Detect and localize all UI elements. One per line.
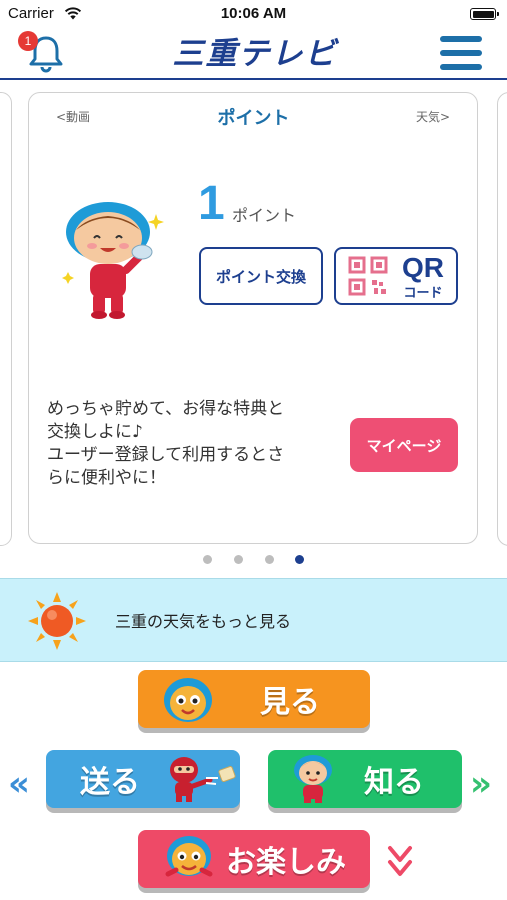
logo: 三重テレビ xyxy=(172,36,338,72)
page-dot[interactable] xyxy=(265,555,274,564)
sun-icon xyxy=(28,592,86,650)
card-message: めっちゃ貯めて、お得な特典と 交換しよに♪ ユーザー登録して利用するとさ らに便… xyxy=(47,398,337,490)
next-card-link[interactable]: 天気> xyxy=(416,108,450,125)
chevron-double-down-icon[interactable] xyxy=(386,842,414,882)
shiru-button[interactable]: 知る xyxy=(268,750,462,808)
message-line: らに便利やに！ xyxy=(47,468,166,488)
points-unit: ポイント xyxy=(232,206,297,225)
mascot-icon xyxy=(165,836,213,877)
notification-badge: 1 xyxy=(18,31,38,51)
menu-button[interactable] xyxy=(440,36,482,70)
tanoshimi-label: お楽しみ xyxy=(226,845,346,880)
qr-code-icon xyxy=(348,256,388,296)
page-dot[interactable] xyxy=(234,555,243,564)
tanoshimi-button[interactable]: お楽しみ xyxy=(138,830,370,888)
battery-icon xyxy=(470,8,499,20)
menu-icon-bar xyxy=(440,50,482,56)
point-exchange-label: ポイント交換 xyxy=(215,267,306,286)
okuru-label: 送る xyxy=(80,765,140,800)
qr-code-label: QR xyxy=(402,252,444,283)
message-line: めっちゃ貯めて、お得な特典と xyxy=(47,399,285,419)
qr-code-sublabel: コード xyxy=(403,286,443,301)
chevron-double-left-icon[interactable]: « xyxy=(8,764,30,804)
ninja-mascot-icon xyxy=(170,757,236,802)
mascot-icon xyxy=(294,755,332,803)
mascot-icon xyxy=(62,202,164,319)
okuru-button[interactable]: 送る xyxy=(46,750,240,808)
clock: 10:06 AM xyxy=(220,5,287,22)
menu-icon xyxy=(440,36,482,42)
message-line: 交換しよに♪ xyxy=(47,422,143,442)
shiru-label: 知る xyxy=(364,765,424,800)
message-line: ユーザー登録して利用するとさ xyxy=(47,445,285,465)
weather-label: 三重の天気をもっと見る xyxy=(115,612,292,631)
menu-icon-bar xyxy=(440,64,482,70)
miru-button[interactable]: 見る xyxy=(138,670,370,728)
points-value: 1 xyxy=(198,177,225,230)
page-dot[interactable] xyxy=(203,555,212,564)
app-header: 1 三重テレビ xyxy=(0,28,507,80)
page-dot-active[interactable] xyxy=(295,555,304,564)
carousel-card-previous[interactable] xyxy=(0,92,12,546)
carousel-card-next[interactable] xyxy=(497,92,507,546)
mascot-icon xyxy=(164,678,212,722)
status-bar: Carrier 10:06 AM xyxy=(0,0,507,28)
miru-label: 見る xyxy=(260,685,320,720)
mypage-button[interactable]: マイページ xyxy=(350,418,458,472)
chevron-double-right-icon[interactable]: » xyxy=(470,764,492,804)
